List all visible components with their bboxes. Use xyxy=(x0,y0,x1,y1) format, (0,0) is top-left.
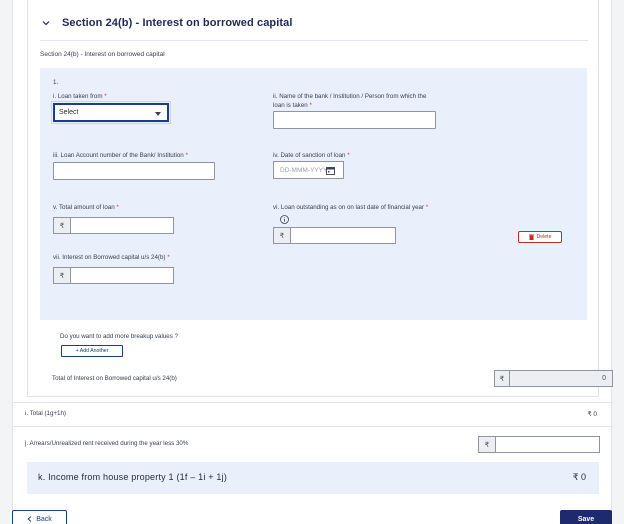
page-container: Section 24(b) - Interest on borrowed cap… xyxy=(12,0,613,524)
total-loan-label: v. Total amount of loan * xyxy=(53,204,119,211)
delete-button[interactable]: Delete xyxy=(518,231,562,243)
save-button[interactable]: Save xyxy=(560,510,612,524)
account-number-input[interactable] xyxy=(53,162,215,180)
sanction-date-input[interactable]: DD-MMM-YYYY xyxy=(273,161,344,179)
outstanding-input[interactable]: ₹ xyxy=(273,227,396,244)
rupee-icon: ₹ xyxy=(54,268,71,283)
total-interest-value: 0 xyxy=(602,375,606,382)
arrears-label: j. Arrears/Unrealized rent received duri… xyxy=(25,440,189,447)
bank-name-label: ii. Name of the bank / Institution / Per… xyxy=(273,93,427,109)
breakup-question: Do you want to add more breakup values ? xyxy=(60,333,178,340)
delete-label: Delete xyxy=(536,234,552,240)
add-another-button[interactable]: + Add Another xyxy=(61,345,123,357)
total-interest-field: ₹ 0 xyxy=(494,370,613,387)
back-label: Back xyxy=(36,515,52,523)
select-value: Select xyxy=(59,109,79,116)
chevron-left-icon xyxy=(27,516,32,522)
divider xyxy=(13,402,613,403)
section-subtitle: Section 24(b) - Interest on borrowed cap… xyxy=(40,51,165,58)
arrears-input[interactable]: ₹ xyxy=(478,436,600,453)
total-row-label: i. Total (1g+1h) xyxy=(25,410,66,417)
rupee-icon: ₹ xyxy=(495,371,510,386)
section-header[interactable]: Section 24(b) - Interest on borrowed cap… xyxy=(40,14,293,32)
sanction-date-label: iv. Date of sanction of loan * xyxy=(273,152,350,159)
account-number-label: iii. Loan Account number of the Bank/ In… xyxy=(53,152,188,159)
chevron-down-icon[interactable] xyxy=(40,17,52,29)
interest-input[interactable]: ₹ xyxy=(53,267,174,284)
loan-taken-from-label: i. Loan taken from * xyxy=(53,93,107,100)
loan-entry-panel: 1. i. Loan taken from * Select ii. Name … xyxy=(40,68,587,320)
date-placeholder: DD-MMM-YYYY xyxy=(280,166,328,174)
section-24b-card: Section 24(b) - Interest on borrowed cap… xyxy=(27,0,613,397)
total-row-value: ₹ 0 xyxy=(587,411,597,418)
calendar-icon[interactable] xyxy=(326,166,335,177)
outstanding-label: vi. Loan outstanding as on on last date … xyxy=(273,204,429,211)
income-label: k. Income from house property 1 (1f – 1i… xyxy=(38,472,228,482)
bank-name-input[interactable] xyxy=(273,111,436,129)
divider xyxy=(40,40,588,41)
divider xyxy=(13,426,613,427)
total-loan-input[interactable]: ₹ xyxy=(53,217,174,234)
rupee-icon: ₹ xyxy=(54,218,71,233)
trash-icon xyxy=(528,234,534,240)
income-house-property-panel: k. Income from house property 1 (1f – 1i… xyxy=(27,462,599,494)
caret-down-icon xyxy=(155,111,161,118)
rupee-icon: ₹ xyxy=(274,228,291,243)
rupee-icon: ₹ xyxy=(479,437,496,452)
total-interest-label: Total of Interest on Borrowed capital u/… xyxy=(52,375,177,382)
loan-taken-from-select[interactable]: Select xyxy=(51,101,171,124)
entry-index: 1. xyxy=(53,79,59,86)
income-value: ₹ 0 xyxy=(572,472,586,482)
back-button[interactable]: Back xyxy=(12,510,67,524)
interest-label: vii. Interest on Borrowed capital u/s 24… xyxy=(53,254,170,261)
section-title: Section 24(b) - Interest on borrowed cap… xyxy=(62,17,293,29)
